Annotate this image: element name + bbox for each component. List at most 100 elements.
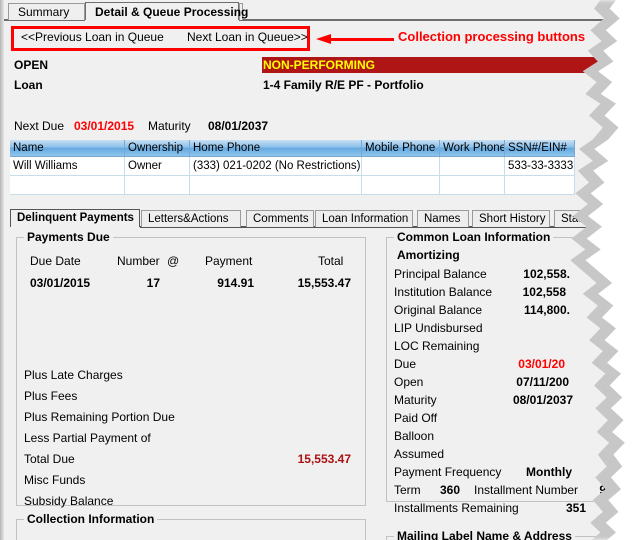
payment-number: 17 [105, 276, 160, 290]
collection-information-group: Collection Information [16, 519, 366, 540]
grid-header-ownership[interactable]: Ownership [125, 140, 190, 157]
misc-funds-label: Misc Funds [24, 473, 85, 487]
tab-detail-queue-processing[interactable]: Detail & Queue Processing [85, 2, 239, 20]
less-partial-payment-label: Less Partial Payment of [24, 431, 151, 445]
tab-names[interactable]: Names [417, 210, 469, 227]
tab-comments[interactable]: Comments [246, 210, 314, 227]
payment-frequency-value: Monthly [470, 465, 572, 479]
cell-ssn-ein[interactable]: 533-33-3333 [505, 157, 575, 176]
loc-remaining-label: LOC Remaining [394, 339, 479, 353]
non-performing-status-bar: NON-PERFORMING [262, 57, 628, 73]
queue-navigation-row: <<Previous Loan in Queue Next Loan in Qu… [14, 29, 307, 48]
tab-loan-information-label: Loan Information [322, 213, 408, 225]
maturity-row-label: Maturity [394, 393, 437, 407]
arrow-head [316, 34, 331, 44]
grid-header-name[interactable]: Name [10, 140, 125, 157]
arrow-shaft [330, 38, 394, 41]
annotation-text: Collection processing buttons [398, 29, 585, 44]
cell-mobile-phone[interactable] [362, 157, 440, 176]
principal-balance-value: 102,558. [470, 267, 570, 281]
original-balance-value: 114,800. [470, 303, 570, 317]
grid-header-home-phone[interactable]: Home Phone [190, 140, 362, 157]
tab-names-label: Names [424, 213, 460, 225]
number-header: Number [117, 254, 160, 268]
at-header: @ [167, 254, 179, 268]
original-balance-label: Original Balance [394, 303, 482, 317]
next-due-label: Next Due [14, 119, 64, 133]
tab-letters-actions-label: Letters&Actions [148, 213, 229, 225]
lip-undisbursed-label: LIP Undisbursed [394, 321, 483, 335]
tab-letters-actions[interactable]: Letters&Actions [141, 210, 241, 227]
plus-remaining-portion-label: Plus Remaining Portion Due [24, 410, 175, 424]
payments-due-title: Payments Due [24, 230, 113, 244]
grid-header-mobile-phone[interactable]: Mobile Phone [362, 140, 440, 157]
grid-header-work-phone[interactable]: Work Phone [440, 140, 505, 157]
term-value: 360 [420, 483, 460, 497]
payment-total: 15,553.47 [265, 276, 351, 290]
cell-work-phone[interactable] [440, 157, 505, 176]
paid-off-label: Paid Off [394, 411, 437, 425]
subsidy-balance-label: Subsidy Balance [24, 494, 113, 508]
table-row[interactable] [10, 176, 615, 195]
installments-remaining-value: 351 [520, 501, 586, 515]
maturity-row-value: 08/01/2037 [470, 393, 573, 407]
next-due-value: 03/01/2015 [74, 119, 134, 133]
loan-text: Loan [14, 78, 43, 92]
institution-balance-value: 102,558 [470, 285, 566, 299]
cell-ownership[interactable] [125, 176, 190, 195]
tab-comments-label: Comments [253, 213, 309, 225]
borrower-names-grid: Name Ownership Home Phone Mobile Phone W… [10, 140, 615, 198]
due-value: 03/01/20 [470, 357, 565, 371]
grid-header-row: Name Ownership Home Phone Mobile Phone W… [10, 140, 615, 157]
amortizing-subtitle: Amortizing [397, 248, 460, 262]
previous-loan-in-queue-button[interactable]: <<Previous Loan in Queue [21, 30, 164, 44]
term-label: Term [394, 483, 421, 497]
previous-loan-label: <<Previous Loan in Queue [21, 30, 164, 44]
loan-type-row-label: Loan [14, 78, 43, 92]
tab-short-history-label: Short History [479, 213, 545, 225]
non-performing-status-text: NON-PERFORMING [262, 57, 375, 73]
collection-information-title: Collection Information [24, 512, 157, 526]
cell-mobile-phone[interactable] [362, 176, 440, 195]
next-loan-in-queue-button[interactable]: Next Loan in Queue>> [187, 30, 308, 44]
next-loan-label: Next Loan in Queue>> [187, 30, 308, 44]
loan-type-text: 1-4 Family R/E PF - Portfolio [263, 78, 424, 92]
open-label: Open [394, 375, 423, 389]
loan-open-status-label: OPEN [14, 58, 48, 72]
assumed-label: Assumed [394, 447, 444, 461]
due-date-header: Due Date [30, 254, 81, 268]
tab-loan-information[interactable]: Loan Information [315, 210, 413, 227]
due-label: Due [394, 357, 416, 371]
open-value: 07/11/200 [470, 375, 569, 389]
grid-header-ssn-ein[interactable]: SSN#/EIN# [505, 140, 575, 157]
total-due-label: Total Due [24, 452, 75, 466]
tab-summary[interactable]: Summary [8, 3, 85, 20]
tab-short-history[interactable]: Short History [472, 210, 550, 227]
open-text: OPEN [14, 58, 48, 72]
plus-late-charges-label: Plus Late Charges [24, 368, 123, 382]
cell-name[interactable] [10, 176, 125, 195]
cell-ownership[interactable]: Owner [125, 157, 190, 176]
mailing-label-group: Mailing Label Name & Address [386, 536, 624, 540]
payment-header: Payment [205, 254, 252, 268]
cell-name[interactable]: Will Williams [10, 157, 125, 176]
window-left-border [0, 0, 4, 540]
main-tab-strip: Summary Detail & Queue Processing [4, 0, 624, 21]
cell-home-phone[interactable] [190, 176, 362, 195]
cell-work-phone[interactable] [440, 176, 505, 195]
maturity-label: Maturity [148, 119, 191, 133]
tab-delinquent-payments-label: Delinquent Payments [17, 212, 134, 224]
tab-detail-queue-processing-label: Detail & Queue Processing [95, 5, 248, 19]
mailing-label-title: Mailing Label Name & Address [394, 529, 575, 540]
tab-delinquent-payments[interactable]: Delinquent Payments [10, 209, 140, 227]
tab-summary-label: Summary [18, 5, 69, 19]
total-due-value: 15,553.47 [265, 452, 351, 466]
detail-tab-strip: Delinquent Payments Letters&Actions Comm… [10, 209, 628, 228]
cell-ssn-ein[interactable] [505, 176, 575, 195]
installments-remaining-label: Installments Remaining [394, 501, 519, 515]
annotation-arrow-icon [316, 34, 394, 44]
payment-amount: 914.91 [190, 276, 254, 290]
table-row[interactable]: Will Williams Owner (333) 021-0202 (No R… [10, 157, 615, 176]
cell-home-phone[interactable]: (333) 021-0202 (No Restrictions) [190, 157, 362, 176]
total-header: Total [318, 254, 343, 268]
